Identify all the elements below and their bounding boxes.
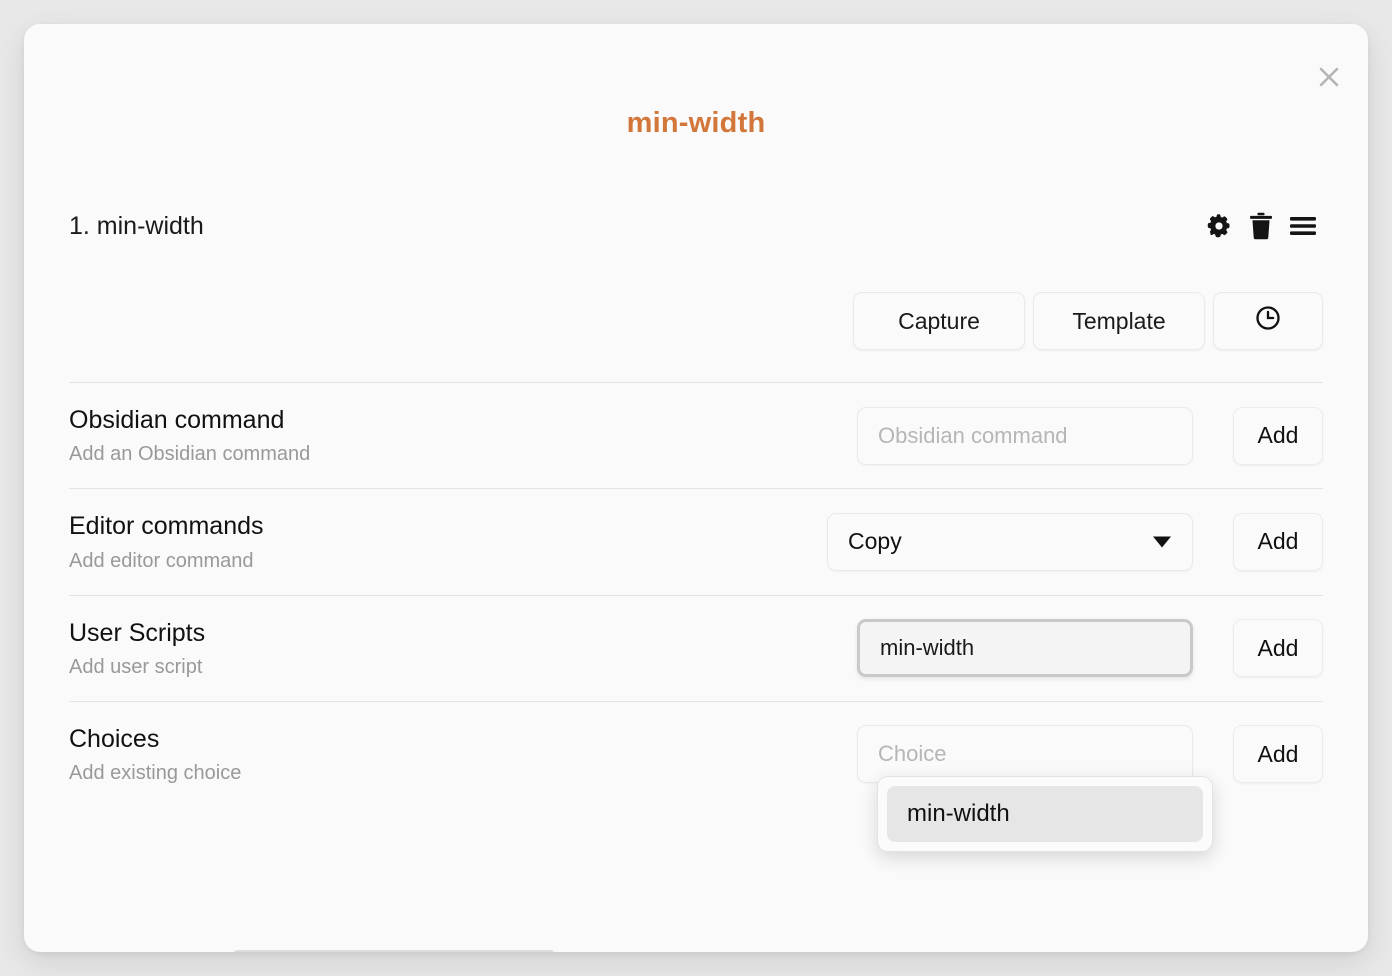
command-header: 1. min-width xyxy=(69,198,1323,254)
command-name: 1. min-width xyxy=(69,212,204,241)
row-controls: Copy Add xyxy=(827,513,1323,571)
gear-icon[interactable] xyxy=(1199,206,1239,246)
row-info: Choices Add existing choice xyxy=(69,724,241,785)
row-description: Add editor command xyxy=(69,550,264,573)
row-description: Add user script xyxy=(69,656,205,679)
add-obsidian-command-button[interactable]: Add xyxy=(1233,407,1323,465)
row-controls: Add xyxy=(857,407,1323,465)
obsidian-command-input[interactable] xyxy=(857,407,1193,465)
row-title: User Scripts xyxy=(69,618,205,649)
row-controls: Add xyxy=(857,725,1323,783)
add-user-script-button[interactable]: Add xyxy=(1233,619,1323,677)
row-title: Choices xyxy=(69,724,241,755)
user-script-input[interactable] xyxy=(857,619,1193,677)
tab-clock[interactable] xyxy=(1213,292,1323,350)
modal-content: 1. min-width xyxy=(24,198,1368,807)
row-title: Editor commands xyxy=(69,511,264,542)
row-info: User Scripts Add user script xyxy=(69,618,205,679)
hamburger-icon[interactable] xyxy=(1283,206,1323,246)
row-info: Editor commands Add editor command xyxy=(69,511,264,572)
row-description: Add existing choice xyxy=(69,762,241,785)
suggestion-item[interactable]: min-width xyxy=(887,786,1203,842)
tab-template[interactable]: Template xyxy=(1033,292,1205,350)
page-title: min-width xyxy=(24,107,1368,140)
trash-icon[interactable] xyxy=(1241,206,1281,246)
row-info: Obsidian command Add an Obsidian command xyxy=(69,405,310,466)
row-title: Obsidian command xyxy=(69,405,310,436)
tab-bar: Capture Template xyxy=(69,292,1323,382)
settings-modal: min-width 1. min-width xyxy=(24,24,1368,952)
setting-row-user-scripts: User Scripts Add user script Add xyxy=(69,595,1323,701)
editor-command-select-wrapper: Copy xyxy=(827,513,1193,571)
choice-input[interactable] xyxy=(857,725,1193,783)
header-icon-group xyxy=(1199,206,1323,246)
scrollbar[interactable] xyxy=(234,950,554,952)
user-script-suggestion-dropdown: min-width xyxy=(877,776,1213,852)
clock-icon xyxy=(1254,304,1282,338)
setting-row-editor-commands: Editor commands Add editor command Copy … xyxy=(69,488,1323,594)
row-description: Add an Obsidian command xyxy=(69,443,310,466)
editor-command-select[interactable]: Copy xyxy=(827,513,1193,571)
add-editor-command-button[interactable]: Add xyxy=(1233,513,1323,571)
row-controls: Add xyxy=(857,619,1323,677)
add-choice-button[interactable]: Add xyxy=(1233,725,1323,783)
tab-capture[interactable]: Capture xyxy=(853,292,1025,350)
close-icon[interactable] xyxy=(1312,60,1346,94)
setting-row-obsidian-command: Obsidian command Add an Obsidian command… xyxy=(69,382,1323,488)
